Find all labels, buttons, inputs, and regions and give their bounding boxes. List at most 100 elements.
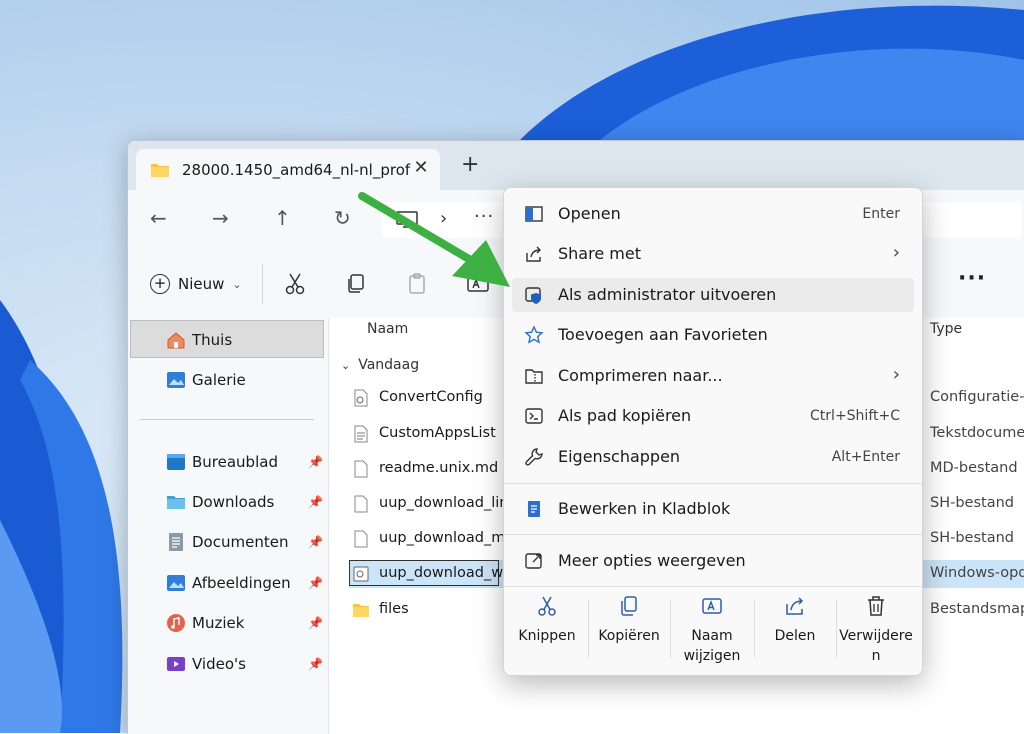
quick-action-share[interactable]: Delen [756, 594, 834, 646]
up-button[interactable]: ↑ [274, 208, 291, 228]
gallery-icon [167, 372, 185, 388]
menu-item-compress[interactable]: Comprimeren naar... › [512, 359, 914, 393]
videos-icon [167, 657, 185, 671]
forward-button[interactable]: → [212, 208, 229, 228]
text-file-icon [354, 425, 368, 443]
quick-action-delete[interactable]: Verwijdere n [837, 594, 915, 666]
menu-divider [504, 534, 922, 535]
sidebar-item-muziek[interactable]: Muziek [166, 611, 244, 635]
quick-divider [588, 600, 589, 658]
quick-action-label: Kopiëren [598, 628, 660, 644]
column-header-name[interactable]: Naam [367, 321, 408, 337]
back-button[interactable]: ← [150, 208, 167, 228]
pictures-icon [167, 575, 185, 591]
quick-action-label-line2: n [871, 648, 881, 664]
pin-icon: 📌 [308, 616, 323, 630]
new-button[interactable]: + Nieuw ⌄ [150, 272, 242, 296]
quick-action-cut[interactable]: Knippen [508, 594, 586, 646]
file-name: files [379, 601, 409, 617]
open-icon [525, 206, 543, 222]
zip-folder-icon [525, 369, 543, 384]
monitor-icon [396, 211, 418, 228]
file-type: Windows-opd [930, 565, 1024, 581]
open-external-icon [525, 553, 542, 569]
column-header-type[interactable]: Type [930, 321, 962, 337]
file-type: Bestandsmap [930, 601, 1024, 617]
quick-action-copy[interactable]: Kopiëren [590, 594, 668, 646]
file-name: uup_download_win [379, 565, 517, 581]
copy-icon [621, 596, 637, 616]
menu-item-label: Toevoegen aan Favorieten [558, 325, 768, 344]
quick-action-label: Naam [691, 628, 733, 644]
paste-icon[interactable] [403, 270, 431, 298]
group-header[interactable]: ⌄ Vandaag [341, 357, 419, 373]
menu-item-label: Eigenschappen [558, 447, 681, 466]
toolbar-divider [262, 264, 263, 304]
star-icon [524, 325, 544, 344]
sidebar-item-galerie[interactable]: Galerie [166, 368, 246, 392]
breadcrumb-overflow[interactable]: ··· [474, 206, 494, 227]
cut-icon[interactable] [281, 270, 309, 298]
menu-divider [504, 483, 922, 484]
menu-item-label: Openen [558, 204, 621, 223]
menu-item-more-options[interactable]: Meer opties weergeven [512, 544, 914, 578]
tab-title: 28000.1450_amd64_nl-nl_prof [182, 161, 411, 179]
menu-item-openen[interactable]: Openen Enter [512, 197, 914, 231]
quick-action-label: Verwijdere [839, 628, 913, 644]
chevron-down-icon: ⌄ [232, 277, 242, 291]
group-label: Vandaag [358, 357, 420, 373]
sidebar-item-thuis[interactable]: Thuis [166, 328, 232, 352]
sidebar-item-label: Thuis [192, 331, 233, 349]
sidebar-item-videos[interactable]: Video's [166, 652, 246, 676]
pin-icon: 📌 [308, 535, 323, 549]
tab-active[interactable]: 28000.1450_amd64_nl-nl_prof ✕ [136, 149, 440, 190]
plus-circle-icon: + [150, 274, 170, 294]
more-options-button[interactable]: ··· [958, 266, 986, 291]
menu-item-shortcut: Alt+Enter [831, 449, 900, 465]
sidebar-divider [140, 419, 314, 420]
sidebar-item-label: Afbeeldingen [192, 574, 291, 592]
pin-icon: 📌 [308, 657, 323, 671]
documents-icon [169, 533, 183, 551]
menu-item-share-met[interactable]: Share met › [512, 237, 914, 271]
menu-item-run-as-admin[interactable]: Als administrator uitvoeren [512, 278, 914, 312]
refresh-button[interactable]: ↻ [334, 208, 351, 228]
menu-item-notepad[interactable]: Bewerken in Kladblok [512, 492, 914, 526]
sidebar-item-documenten[interactable]: Documenten [166, 530, 288, 554]
menu-item-label: Comprimeren naar... [558, 366, 723, 385]
chevron-down-icon: ⌄ [341, 358, 351, 372]
menu-item-label: Als administrator uitvoeren [558, 285, 777, 304]
file-icon [354, 530, 368, 548]
music-icon [167, 614, 185, 632]
copy-path-icon [525, 408, 543, 424]
batch-file-icon [353, 566, 369, 582]
sidebar-item-bureaublad[interactable]: Bureaublad [166, 450, 278, 474]
wrench-icon [525, 448, 543, 466]
notepad-icon [528, 501, 540, 517]
context-menu: Openen Enter Share met › Als administrat… [503, 187, 923, 676]
desktop-icon [167, 454, 185, 470]
close-tab-icon[interactable]: ✕ [411, 157, 431, 178]
chevron-right-icon: › [892, 364, 900, 385]
file-name: uup_download_ma [379, 530, 515, 546]
menu-item-favorites[interactable]: Toevoegen aan Favorieten [512, 318, 914, 352]
quick-action-rename[interactable]: Naam wijzigen [673, 594, 751, 666]
pin-icon: 📌 [308, 455, 323, 469]
sidebar-item-afbeeldingen[interactable]: Afbeeldingen [166, 571, 291, 595]
copy-icon[interactable] [342, 270, 370, 298]
share-icon [526, 246, 541, 262]
rename-icon[interactable] [464, 270, 492, 298]
navigation-pane: Thuis Galerie Bureaublad 📌 Downloads 📌 D… [128, 318, 329, 734]
sidebar-item-downloads[interactable]: Downloads [166, 490, 274, 514]
menu-item-label: Share met [558, 244, 641, 263]
breadcrumb-chevron[interactable]: › [440, 208, 447, 229]
menu-item-properties[interactable]: Eigenschappen Alt+Enter [512, 440, 914, 474]
file-icon [354, 460, 368, 478]
new-tab-button[interactable]: + [461, 154, 479, 176]
menu-item-label: Bewerken in Kladblok [558, 499, 731, 518]
menu-item-copy-path[interactable]: Als pad kopiëren Ctrl+Shift+C [512, 399, 914, 433]
file-type: SH-bestand [930, 495, 1014, 511]
file-name: uup_download_linu [379, 495, 518, 511]
file-type: Tekstdocumen [930, 425, 1024, 441]
menu-item-label: Meer opties weergeven [558, 551, 746, 570]
